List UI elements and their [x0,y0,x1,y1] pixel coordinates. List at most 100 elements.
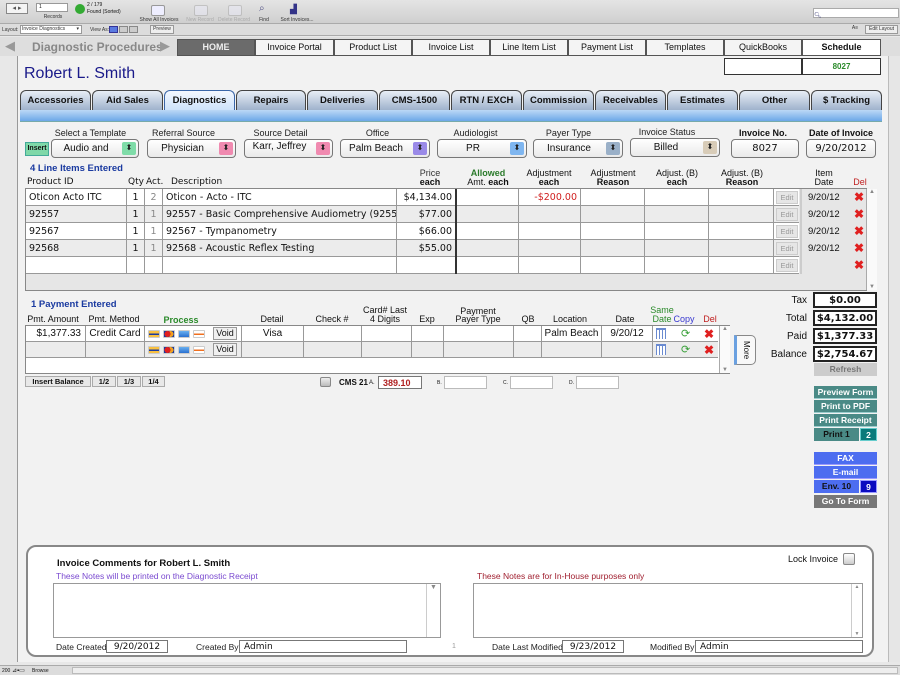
modified-by-field[interactable]: Admin [695,640,863,653]
nav-templates-button[interactable]: Templates [646,39,724,56]
tab-tracking[interactable]: $ Tracking [811,90,882,110]
referral-select[interactable]: Physician ⬍ [147,139,236,158]
lock-invoice-checkbox[interactable] [843,553,855,565]
next-record-arrow-icon[interactable]: ▶ [160,38,170,54]
item-date[interactable]: 9/20/12 [808,223,840,240]
delete-icon[interactable]: ✖ [854,240,864,257]
cell-adj-b-reason[interactable] [709,240,774,257]
visa-card-icon[interactable] [148,330,160,338]
cell-description[interactable]: 92568 - Acoustic Reflex Testing [163,240,397,257]
delete-record-button[interactable]: Delete Record [216,17,252,23]
cell-method[interactable]: Credit Card [86,326,145,342]
cell-check[interactable] [304,342,362,358]
same-date-icon[interactable] [656,328,666,339]
cell-product-id[interactable]: Oticon Acto ITC [26,189,127,206]
cell-price[interactable]: $77.00 [397,206,457,223]
layout-select[interactable]: Invoice Diagnostics ▾ [20,25,82,34]
cell-product-id[interactable]: 92557 [26,206,127,223]
cell-exp[interactable] [412,342,444,358]
edit-button[interactable]: Edit [776,242,798,255]
fax-button[interactable]: FAX [814,452,877,465]
audiologist-select[interactable]: PR ⬍ [437,139,527,158]
scroll-up-icon[interactable]: ▲ [720,326,730,332]
cell-date[interactable]: 9/20/12 [602,326,653,342]
invoice-no-field[interactable]: 8027 [731,139,799,158]
cms21-checkbox[interactable] [320,377,331,387]
text-formatting-toggle[interactable]: A≡ [850,25,860,34]
scroll-down-icon[interactable]: ▼ [852,631,862,637]
item-date[interactable]: 9/20/12 [808,240,840,257]
scroll-up-icon[interactable]: ▲ [867,189,877,195]
cell-qty[interactable]: 1 [127,240,145,257]
cell-allowed[interactable] [457,206,519,223]
mastercard-icon[interactable] [163,330,175,338]
cell-allowed[interactable] [457,223,519,240]
zoom-controls-icon[interactable]: ⊿▪▭ [12,667,25,674]
cell-adj-reason[interactable] [581,240,645,257]
cell-product-id[interactable] [26,257,127,274]
view-form-button[interactable] [109,26,118,33]
print-pdf-button[interactable]: Print to PDF [814,400,877,413]
cell-product-id[interactable]: 92567 [26,223,127,240]
tab-aid-sales[interactable]: Aid Sales [92,90,163,110]
cell-amount[interactable] [26,342,86,358]
cell-price[interactable]: $55.00 [397,240,457,257]
copy-icon[interactable]: ⟳ [681,326,690,342]
delete-icon[interactable]: ✖ [854,189,864,206]
visa-card-icon[interactable] [148,346,160,354]
cell-adj-b[interactable] [645,206,709,223]
cell-adj-b-reason[interactable] [709,257,774,274]
delete-icon[interactable]: ✖ [854,223,864,240]
insert-template-button[interactable]: Insert [25,142,49,156]
cell-act[interactable]: 1 [145,240,163,257]
receipt-notes-textarea[interactable]: ▼ [53,583,441,638]
cms-d-field[interactable] [576,376,619,389]
cell-payer-type[interactable] [444,326,514,342]
cell-qty[interactable]: 1 [127,189,145,206]
record-number-input[interactable]: 1 [36,3,68,12]
payments-scrollbar[interactable]: ▲ ▼ [719,326,730,373]
scroll-down-icon[interactable]: ▼ [720,367,730,373]
template-select[interactable]: Audio and ⬍ [51,139,139,158]
insert-balance-button[interactable]: Insert Balance [25,376,91,387]
cell-product-id[interactable]: 92568 [26,240,127,257]
scroll-up-icon[interactable]: ▲ [852,584,862,590]
date-created-field[interactable]: 9/20/2012 [106,640,168,653]
cell-description[interactable]: 92567 - Tympanometry [163,223,397,240]
cell-adj-b[interactable] [645,240,709,257]
tab-estimates[interactable]: Estimates [667,90,738,110]
cell-adj-b[interactable] [645,223,709,240]
amex-card-icon[interactable] [178,346,190,354]
cell-qty[interactable] [127,257,145,274]
nav-payment-list-button[interactable]: Payment List [568,39,646,56]
cell-adjustment[interactable] [519,257,581,274]
cell-exp[interactable] [412,326,444,342]
zoom-level[interactable]: 200 [2,668,10,674]
inhouse-scrollbar[interactable]: ▲ ▼ [851,584,862,637]
cell-act[interactable]: 1 [145,223,163,240]
delete-icon[interactable]: ✖ [854,206,864,223]
cell-price[interactable]: $66.00 [397,223,457,240]
cell-adjustment[interactable]: -$200.00 [519,189,581,206]
cell-detail[interactable]: Visa [242,326,304,342]
void-button[interactable]: Void [213,327,237,340]
cell-card[interactable] [362,342,412,358]
office-select[interactable]: Palm Beach ⬍ [340,139,430,158]
cell-location[interactable]: Palm Beach [542,326,602,342]
cell-price[interactable]: $4,134.00 [397,189,457,206]
record-nav-arrows[interactable]: ◂ ▸ [6,3,28,14]
invoice-date-field[interactable]: 9/20/2012 [806,139,876,158]
cell-adj-reason[interactable] [581,189,645,206]
cell-card[interactable] [362,326,412,342]
show-all-button[interactable]: Show All Invoices [137,17,181,23]
view-list-button[interactable] [119,26,128,33]
mastercard-icon[interactable] [163,346,175,354]
cell-method[interactable] [86,342,145,358]
cell-adj-b[interactable] [645,257,709,274]
cell-adjustment[interactable] [519,206,581,223]
nav-product-list-button[interactable]: Product List [334,39,412,56]
cell-adj-reason[interactable] [581,223,645,240]
refresh-button[interactable]: Refresh [814,363,877,376]
same-date-icon[interactable] [656,344,666,355]
edit-button[interactable]: Edit [776,191,798,204]
